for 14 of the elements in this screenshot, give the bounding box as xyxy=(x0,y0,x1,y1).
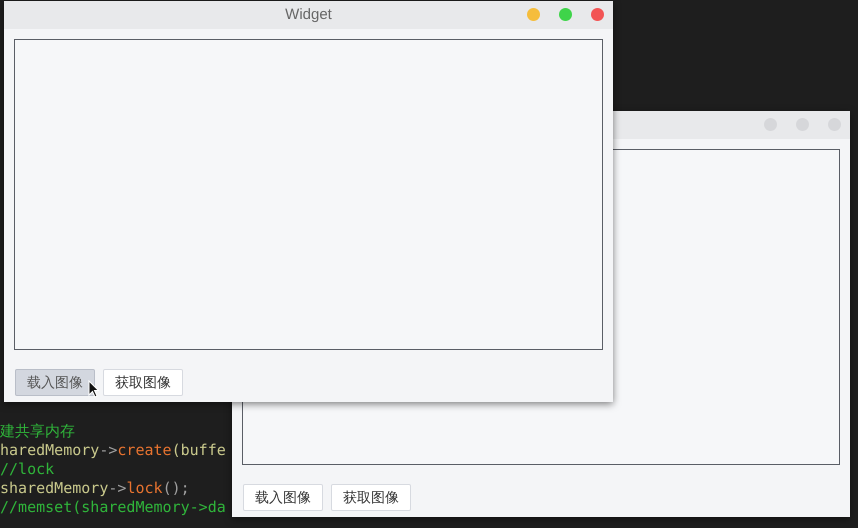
cursor-icon xyxy=(88,380,99,398)
code-line: //memset(sharedMemory->da xyxy=(0,498,226,517)
code-line: sharedMemory->lock(); xyxy=(0,479,191,498)
action-button[interactable]: 载入图像 xyxy=(243,484,323,511)
close-button[interactable] xyxy=(591,8,604,21)
code-line: //lock xyxy=(0,460,56,479)
minimize-button[interactable] xyxy=(527,8,540,21)
maximize-button[interactable] xyxy=(559,8,572,21)
action-button[interactable]: 获取图像 xyxy=(331,484,411,511)
action-button[interactable]: 获取图像 xyxy=(103,369,183,396)
code-line: 建共享内存 xyxy=(0,422,76,441)
code-line: haredMemory->create(buffe xyxy=(0,441,226,460)
window-title: Widget xyxy=(285,4,332,25)
action-button[interactable]: 载入图像 xyxy=(15,369,95,396)
